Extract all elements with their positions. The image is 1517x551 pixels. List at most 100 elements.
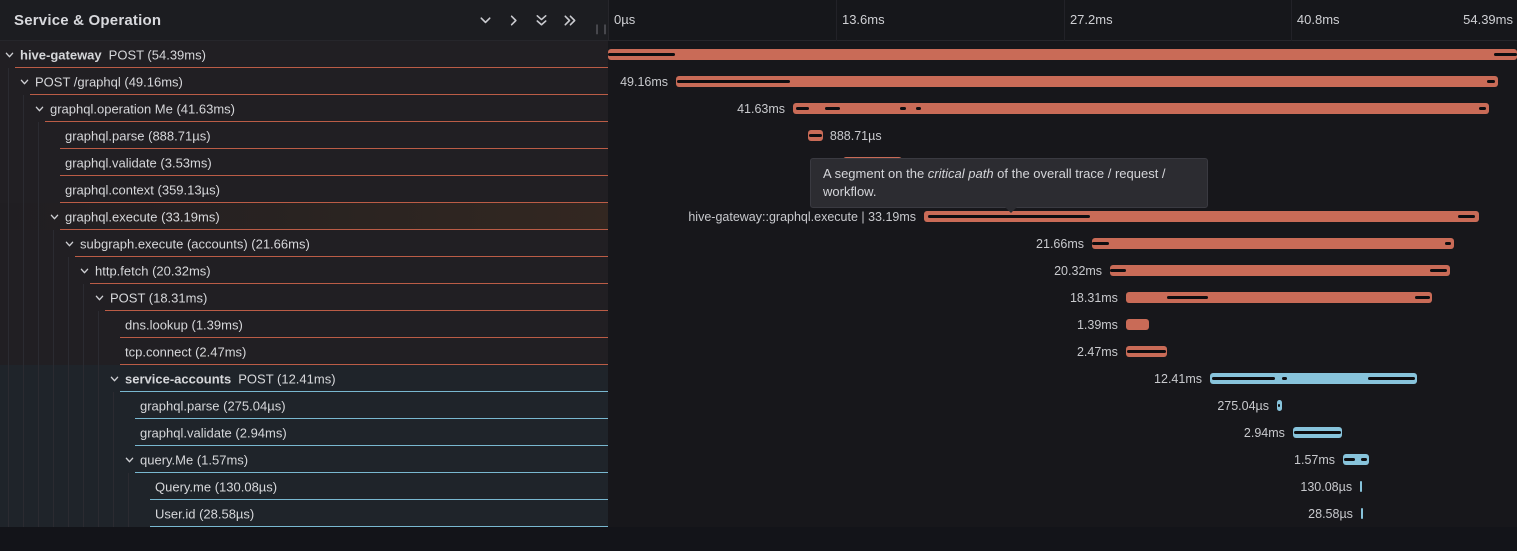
critical-path-segment[interactable] xyxy=(1445,242,1451,245)
span-duration-bar[interactable] xyxy=(793,103,1489,114)
span-tree-row[interactable]: hive-gatewayPOST (54.39ms) xyxy=(0,41,608,68)
span-duration-bar[interactable] xyxy=(1361,508,1363,519)
timeline-row[interactable]: 49.16ms xyxy=(608,68,1517,95)
span-tree-row[interactable]: http.fetch (20.32ms) xyxy=(0,257,608,284)
timeline-row[interactable]: 275.04µs xyxy=(608,392,1517,419)
row-underline xyxy=(150,526,608,527)
span-tree-row[interactable]: Query.me (130.08µs) xyxy=(0,473,608,500)
critical-path-segment[interactable] xyxy=(1487,80,1495,83)
span-duration-bar[interactable] xyxy=(676,76,1498,87)
span-tree-row[interactable]: graphql.context (359.13µs) xyxy=(0,176,608,203)
indent-guide xyxy=(38,149,39,176)
timeline-row[interactable]: 41.63ms xyxy=(608,95,1517,122)
critical-path-segment[interactable] xyxy=(796,107,809,110)
span-tree-row[interactable]: graphql.parse (275.04µs) xyxy=(0,392,608,419)
span-tree-row[interactable]: dns.lookup (1.39ms) xyxy=(0,311,608,338)
critical-path-segment[interactable] xyxy=(1294,431,1341,434)
indent-guide xyxy=(68,392,69,419)
timeline-row[interactable] xyxy=(608,41,1517,68)
collapse-chevron-icon[interactable] xyxy=(94,292,105,303)
critical-path-segment[interactable] xyxy=(1282,377,1288,380)
timeline-row[interactable]: 2.47ms xyxy=(608,338,1517,365)
collapse-chevron-icon[interactable] xyxy=(4,49,15,60)
collapse-chevron-icon[interactable] xyxy=(64,238,75,249)
critical-path-segment[interactable] xyxy=(677,80,791,83)
critical-path-segment[interactable] xyxy=(900,107,906,110)
span-tree-row[interactable]: POST /graphql (49.16ms) xyxy=(0,68,608,95)
span-tree-row[interactable]: graphql.validate (2.94ms) xyxy=(0,419,608,446)
span-tree-row[interactable]: POST (18.31ms) xyxy=(0,284,608,311)
collapse-chevron-icon[interactable] xyxy=(19,76,30,87)
span-tree-row[interactable]: query.Me (1.57ms) xyxy=(0,446,608,473)
span-tree-row[interactable]: graphql.execute (33.19ms) xyxy=(0,203,608,230)
span-duration-bar[interactable] xyxy=(1092,238,1454,249)
critical-path-segment[interactable] xyxy=(1167,296,1208,299)
timeline-row[interactable]: 888.71µs xyxy=(608,122,1517,149)
timeline-row[interactable]: 21.66ms xyxy=(608,230,1517,257)
double-chevron-down-icon[interactable] xyxy=(534,13,549,28)
indent-guide xyxy=(8,95,9,122)
critical-path-segment[interactable] xyxy=(825,107,840,110)
critical-path-segment[interactable] xyxy=(1212,377,1275,380)
indent-guide xyxy=(113,392,114,419)
critical-path-segment[interactable] xyxy=(1415,296,1430,299)
critical-path-segment[interactable] xyxy=(928,215,1090,218)
chevron-down-icon[interactable] xyxy=(478,13,493,28)
timeline-row[interactable]: 20.32ms xyxy=(608,257,1517,284)
timeline-row[interactable]: 1.39ms xyxy=(608,311,1517,338)
critical-path-segment[interactable] xyxy=(1458,215,1476,218)
indent-guide xyxy=(8,338,9,365)
span-duration-bar[interactable] xyxy=(1110,265,1450,276)
timeline-row[interactable]: 18.31ms xyxy=(608,284,1517,311)
indent-guide xyxy=(38,500,39,527)
chevron-right-icon[interactable] xyxy=(506,13,521,28)
critical-path-segment[interactable] xyxy=(1494,53,1517,56)
critical-path-segment[interactable] xyxy=(1361,458,1367,461)
span-tree-row[interactable]: graphql.operation Me (41.63ms) xyxy=(0,95,608,122)
span-tree-row[interactable]: tcp.connect (2.47ms) xyxy=(0,338,608,365)
indent-guide xyxy=(98,446,99,473)
timeline-row[interactable]: 12.41ms xyxy=(608,365,1517,392)
bar-duration-label: 1.57ms xyxy=(1294,453,1335,467)
critical-path-segment[interactable] xyxy=(1479,107,1487,110)
indent-guide xyxy=(98,311,99,338)
timeline-row[interactable]: 2.94ms xyxy=(608,419,1517,446)
span-duration-bar[interactable] xyxy=(1360,481,1362,492)
span-tree-row[interactable]: graphql.validate (3.53ms) xyxy=(0,149,608,176)
double-chevron-right-icon[interactable] xyxy=(562,13,577,28)
indent-guide xyxy=(83,446,84,473)
collapse-chevron-icon[interactable] xyxy=(34,103,45,114)
critical-path-segment[interactable] xyxy=(916,107,922,110)
indent-guide xyxy=(68,419,69,446)
indent-guide xyxy=(8,500,9,527)
indent-guide xyxy=(68,500,69,527)
bar-duration-label: 12.41ms xyxy=(1154,372,1202,386)
span-tree-row[interactable]: User.id (28.58µs) xyxy=(0,500,608,527)
critical-path-segment[interactable] xyxy=(809,134,822,137)
operation-name: http.fetch (20.32ms) xyxy=(95,263,211,278)
timeline-row[interactable]: 130.08µs xyxy=(608,473,1517,500)
collapse-chevron-icon[interactable] xyxy=(49,211,60,222)
indent-guide xyxy=(113,446,114,473)
collapse-chevron-icon[interactable] xyxy=(109,373,120,384)
critical-path-segment[interactable] xyxy=(1092,242,1109,245)
span-tree-row[interactable]: graphql.parse (888.71µs) xyxy=(0,122,608,149)
span-tree-row[interactable]: subgraph.execute (accounts) (21.66ms) xyxy=(0,230,608,257)
collapse-chevron-icon[interactable] xyxy=(124,454,135,465)
critical-path-segment[interactable] xyxy=(1278,404,1280,407)
span-duration-bar[interactable] xyxy=(1126,319,1149,330)
span-label: hive-gatewayPOST (54.39ms) xyxy=(20,47,206,62)
span-tree-row[interactable]: service-accountsPOST (12.41ms) xyxy=(0,365,608,392)
span-duration-bar[interactable] xyxy=(608,49,1517,60)
critical-path-segment[interactable] xyxy=(1344,458,1355,461)
bar-duration-label: 41.63ms xyxy=(737,102,785,116)
critical-path-segment[interactable] xyxy=(1368,377,1416,380)
collapse-chevron-icon[interactable] xyxy=(79,265,90,276)
timeline-row[interactable]: 28.58µs xyxy=(608,500,1517,527)
timeline-row[interactable]: 1.57ms xyxy=(608,446,1517,473)
tree-collapse-controls xyxy=(478,0,577,41)
critical-path-segment[interactable] xyxy=(1430,269,1447,272)
critical-path-segment[interactable] xyxy=(608,53,675,56)
critical-path-segment[interactable] xyxy=(1127,350,1166,353)
critical-path-segment[interactable] xyxy=(1110,269,1126,272)
